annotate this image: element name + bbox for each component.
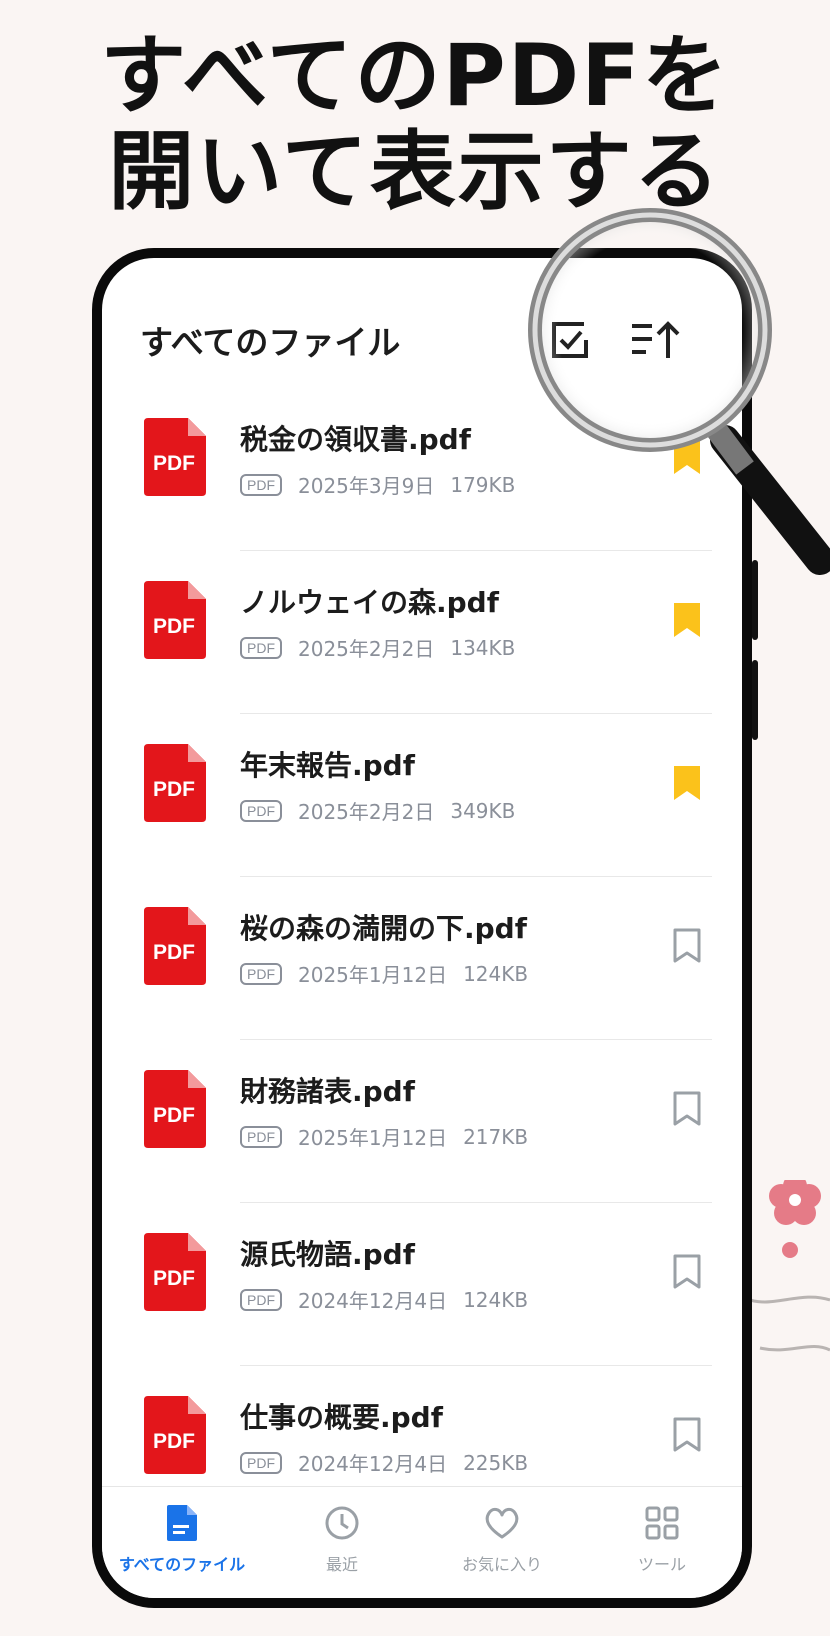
bookmark-outline-icon[interactable]: [672, 1090, 702, 1128]
tab-label: お気に入り: [461, 1555, 542, 1574]
tab-heart[interactable]: お気に入り: [422, 1487, 582, 1598]
file-date: 2024年12月4日: [298, 1289, 448, 1313]
pdf-icon-label: PDF: [153, 941, 195, 964]
side-button: [752, 660, 758, 740]
pdf-icon-label: PDF: [153, 615, 195, 638]
magnifier-glass-decoration: [528, 208, 830, 575]
tab-grid[interactable]: ツール: [582, 1487, 742, 1598]
grid-icon: [644, 1505, 680, 1545]
bottom-tab-bar: すべてのファイル 最近 お気に入り ツール: [102, 1486, 742, 1598]
file-meta: PDF 2024年12月4日 124KB: [240, 1285, 528, 1314]
headline: すべてのPDFを 開いて表示する: [0, 28, 830, 220]
file-meta: PDF 2025年3月9日 179KB: [240, 470, 515, 499]
file-date: 2024年12月4日: [298, 1452, 448, 1476]
file-size: 124KB: [463, 1287, 529, 1312]
tab-label: 最近: [325, 1555, 358, 1574]
file-meta: PDF 2025年1月12日 217KB: [240, 1122, 528, 1151]
page-title: すべてのファイル: [140, 323, 401, 362]
file-meta: PDF 2024年12月4日 225KB: [240, 1448, 528, 1477]
pdf-file-icon: PDF: [144, 418, 206, 496]
pdf-icon-label: PDF: [153, 1104, 195, 1127]
file-type-badge: PDF: [240, 962, 282, 985]
plum-blossom-decoration: [744, 1180, 830, 1352]
file-size: 349KB: [450, 798, 516, 823]
file-name: ノルウェイの森.pdf: [240, 586, 499, 619]
tab-document[interactable]: すべてのファイル: [102, 1487, 262, 1598]
file-size: 217KB: [463, 1124, 529, 1149]
file-type-badge: PDF: [240, 799, 282, 822]
file-name: 年末報告.pdf: [240, 749, 415, 782]
file-date: 2025年3月9日: [298, 474, 435, 498]
bookmark-outline-icon[interactable]: [672, 1253, 702, 1291]
tab-clock[interactable]: 最近: [262, 1487, 422, 1598]
file-size: 179KB: [450, 472, 516, 497]
file-size: 134KB: [450, 635, 516, 660]
file-name: 財務諸表.pdf: [240, 1075, 415, 1108]
file-date: 2025年1月12日: [298, 1126, 448, 1150]
bookmark-outline-icon[interactable]: [672, 927, 702, 965]
bookmark-filled-icon[interactable]: [672, 764, 702, 802]
file-meta: PDF 2025年1月12日 124KB: [240, 959, 528, 988]
list-item[interactable]: PDF 源氏物語.pdf PDF 2024年12月4日 124KB: [102, 1203, 742, 1366]
pdf-icon-label: PDF: [153, 778, 195, 801]
file-date: 2025年2月2日: [298, 637, 435, 661]
file-date: 2025年2月2日: [298, 800, 435, 824]
pdf-file-icon: PDF: [144, 1233, 206, 1311]
file-meta: PDF 2025年2月2日 349KB: [240, 796, 515, 825]
pdf-file-icon: PDF: [144, 581, 206, 659]
list-item[interactable]: PDF 財務諸表.pdf PDF 2025年1月12日 217KB: [102, 1040, 742, 1203]
list-item[interactable]: PDF 桜の森の満開の下.pdf PDF 2025年1月12日 124KB: [102, 877, 742, 1040]
file-type-badge: PDF: [240, 1125, 282, 1148]
file-type-badge: PDF: [240, 636, 282, 659]
bookmark-filled-icon[interactable]: [672, 601, 702, 639]
file-type-badge: PDF: [240, 1288, 282, 1311]
tab-label: すべてのファイル: [118, 1555, 246, 1574]
file-name: 桜の森の満開の下.pdf: [240, 912, 527, 945]
list-item[interactable]: PDF 年末報告.pdf PDF 2025年2月2日 349KB: [102, 714, 742, 877]
file-name: 源氏物語.pdf: [240, 1238, 415, 1271]
pdf-file-icon: PDF: [144, 744, 206, 822]
file-date: 2025年1月12日: [298, 963, 448, 987]
pdf-file-icon: PDF: [144, 907, 206, 985]
file-meta: PDF 2025年2月2日 134KB: [240, 633, 515, 662]
file-type-badge: PDF: [240, 1451, 282, 1474]
pdf-icon-label: PDF: [153, 1267, 195, 1290]
file-type-badge: PDF: [240, 473, 282, 496]
clock-icon: [324, 1505, 360, 1545]
pdf-icon-label: PDF: [153, 1430, 195, 1453]
heart-icon: [483, 1505, 521, 1545]
tab-label: ツール: [637, 1555, 686, 1574]
pdf-file-icon: PDF: [144, 1070, 206, 1148]
file-name: 税金の領収書.pdf: [240, 423, 471, 456]
headline-line-1: すべてのPDFを: [100, 26, 730, 126]
file-size: 225KB: [463, 1450, 529, 1475]
bookmark-outline-icon[interactable]: [672, 1416, 702, 1454]
file-name: 仕事の概要.pdf: [240, 1401, 443, 1434]
pdf-file-icon: PDF: [144, 1396, 206, 1474]
pdf-icon-label: PDF: [153, 452, 195, 475]
file-size: 124KB: [463, 961, 529, 986]
document-icon: [167, 1505, 197, 1545]
